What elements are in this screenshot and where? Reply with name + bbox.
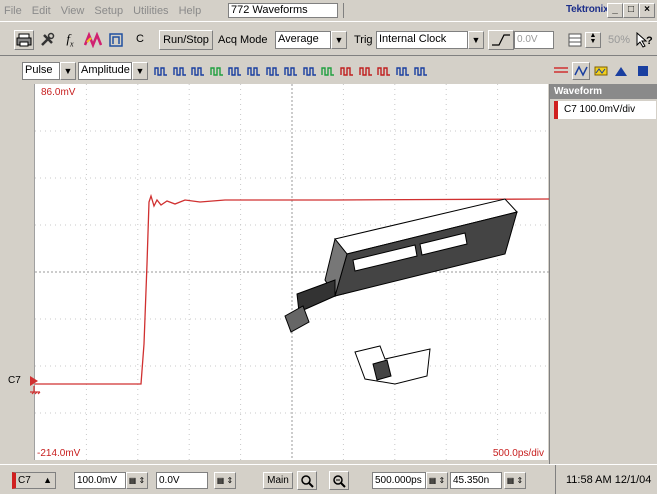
cursor-bars-icon[interactable]	[394, 62, 412, 80]
datetime-display: 11:58 AM 12/1/04	[566, 474, 652, 486]
measurement-param-select[interactable]: Amplitude ▼	[78, 62, 148, 80]
window-title: 772 Waveforms	[228, 3, 338, 18]
waveform-color-icon[interactable]	[83, 30, 103, 50]
acq-mode-label: Acq Mode	[218, 34, 268, 46]
acq-mode-select[interactable]: Average ▼	[275, 31, 347, 49]
zoom-in-icon[interactable]	[297, 471, 317, 490]
print-icon[interactable]	[14, 30, 34, 50]
help-pointer-icon[interactable]: ?	[634, 30, 654, 50]
brand-logo: Tektronix	[566, 4, 609, 15]
expand-toolbar-icon[interactable]	[634, 62, 652, 80]
horizontal-position-spinner[interactable]: ▦ ⇕	[504, 472, 526, 489]
maximize-button[interactable]: □	[623, 3, 639, 18]
svg-text:?: ?	[646, 35, 653, 47]
time-per-div-spinner[interactable]: ▦ ⇕	[426, 472, 448, 489]
fall-time-icon[interactable]	[171, 62, 189, 80]
waveform-panel: Waveform C7 100.0mV/div	[549, 84, 657, 464]
close-button[interactable]: ×	[639, 3, 655, 18]
trigger-slope-icon[interactable]	[488, 30, 514, 50]
channel-scale-item[interactable]: C7 100.0mV/div	[554, 101, 656, 119]
persistence-icon[interactable]	[592, 62, 610, 80]
vector-display-icon[interactable]	[572, 62, 590, 80]
neg-width-icon[interactable]	[245, 62, 263, 80]
trig-label: Trig	[354, 34, 373, 46]
layout-spinner[interactable]: ▲ ▼	[585, 32, 601, 48]
time-per-div-field[interactable]: 500.000ps	[372, 472, 426, 489]
duty-cycle-icon[interactable]	[264, 62, 282, 80]
math-function-icon[interactable]: fx	[60, 30, 80, 50]
channel-select[interactable]: C7 ▲	[12, 472, 56, 489]
offset-field[interactable]: 0.0V	[156, 472, 208, 489]
channel-up-icon: ▲	[43, 475, 52, 485]
menu-file[interactable]: File	[0, 5, 28, 17]
graticule[interactable]: 86.0mV -214.0mV 500.0ps/div	[34, 84, 549, 460]
waveform-display: 86.0mV -214.0mV 500.0ps/div C7	[0, 84, 549, 464]
minimize-button[interactable]: _	[607, 3, 623, 18]
histogram-meas-icon[interactable]	[412, 62, 430, 80]
display-style-icon[interactable]	[552, 62, 570, 80]
time-per-div-label: 500.0ps/div	[492, 448, 544, 459]
tools-icon[interactable]	[37, 30, 57, 50]
pos-width-icon[interactable]	[226, 62, 244, 80]
volts-per-div-field[interactable]: 100.0mV	[74, 472, 126, 489]
trigger-level-field[interactable]: 0.0V	[514, 31, 554, 49]
ground-marker-icon	[30, 376, 41, 395]
zoom-percent: 50%	[608, 34, 631, 46]
crossing-icon[interactable]	[338, 62, 356, 80]
eye-height-icon[interactable]	[301, 62, 319, 80]
histogram-icon[interactable]	[612, 62, 630, 80]
menu-view[interactable]: View	[57, 5, 91, 17]
measurement-type-select[interactable]: Pulse ▼	[22, 62, 76, 80]
top-reference-label: 86.0mV	[41, 87, 76, 98]
probe-illustration	[284, 198, 518, 385]
horizontal-position-field[interactable]: 45.350n	[450, 472, 502, 489]
bottom-reference-label: -214.0mV	[37, 448, 81, 459]
menu-help[interactable]: Help	[175, 5, 208, 17]
menu-utilities[interactable]: Utilities	[129, 5, 174, 17]
menu-setup[interactable]: Setup	[90, 5, 129, 17]
volts-per-div-spinner[interactable]: ▦ ⇕	[126, 472, 148, 489]
title-divider	[343, 3, 344, 18]
delay-red-icon[interactable]	[357, 62, 375, 80]
layout-icon[interactable]	[567, 30, 583, 50]
run-stop-button[interactable]: Run/Stop	[159, 30, 213, 50]
jitter-icon[interactable]	[282, 62, 300, 80]
channel-marker-label: C7	[8, 375, 21, 386]
area-red-icon[interactable]	[375, 62, 393, 80]
overshoot-icon[interactable]	[319, 62, 337, 80]
main-toolbar: fx C Run/Stop Acq Mode Average ▼ Trig In…	[0, 24, 657, 56]
status-divider	[555, 465, 556, 494]
main-timebase-button[interactable]: Main	[263, 472, 293, 489]
zoom-out-icon[interactable]	[329, 471, 349, 490]
channel-select-label: C7	[18, 475, 31, 486]
offset-spinner[interactable]: ▦ ⇕	[214, 472, 236, 489]
menu-edit[interactable]: Edit	[28, 5, 57, 17]
graticule-grid	[35, 84, 549, 460]
status-bar: C7 ▲ 100.0mV ▦ ⇕ 0.0V ▦ ⇕ Main 500.000ps…	[0, 464, 657, 494]
measurement-toolbar: Pulse ▼ Amplitude ▼	[0, 57, 657, 84]
c-button[interactable]: C	[130, 30, 150, 50]
panel-header: Waveform	[550, 84, 657, 99]
plot-svg	[35, 84, 549, 460]
trigger-source-select[interactable]: Internal Clock ▼	[376, 31, 484, 49]
period-icon[interactable]	[189, 62, 207, 80]
cursor-measure-icon[interactable]	[106, 30, 126, 50]
rise-time-icon[interactable]	[152, 62, 170, 80]
frequency-icon[interactable]	[208, 62, 226, 80]
